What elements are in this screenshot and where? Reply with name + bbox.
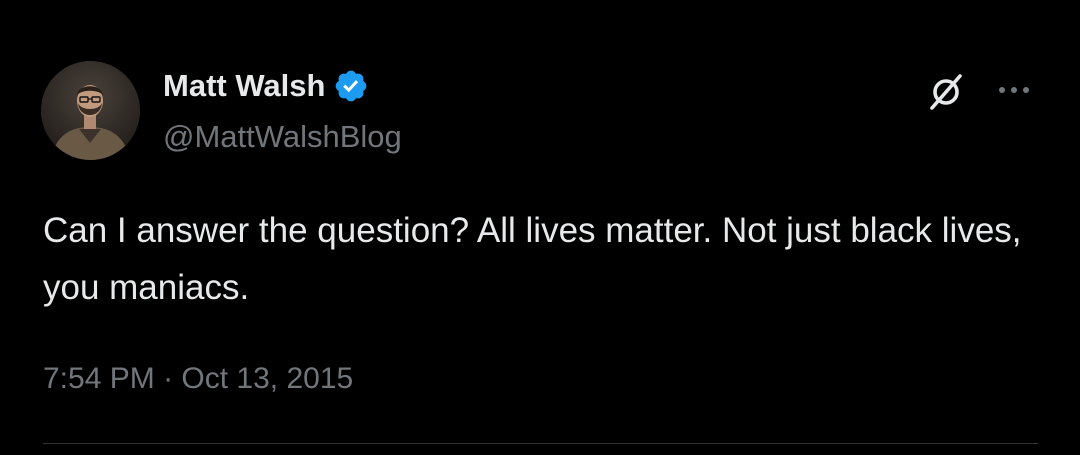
timestamp-separator: · — [163, 362, 174, 395]
verified-badge-icon[interactable] — [333, 68, 369, 104]
avatar-image — [41, 61, 140, 160]
tweet-timestamp[interactable]: 7:54 PM · Oct 13, 2015 — [43, 359, 353, 399]
tweet-time: 7:54 PM — [43, 362, 155, 395]
author-display-name[interactable]: Matt Walsh — [163, 66, 325, 106]
author-name-row: Matt Walsh — [163, 66, 369, 106]
grok-icon[interactable] — [924, 70, 968, 114]
author-handle[interactable]: @MattWalshBlog — [163, 117, 402, 157]
tweet-container: Matt Walsh @MattWalshBlog Can I answer t… — [0, 0, 1080, 455]
tweet-date: Oct 13, 2015 — [181, 362, 354, 395]
divider — [43, 443, 1038, 444]
more-options-icon[interactable] — [992, 72, 1036, 108]
tweet-text: Can I answer the question? All lives mat… — [43, 211, 1022, 307]
avatar[interactable] — [41, 61, 140, 160]
